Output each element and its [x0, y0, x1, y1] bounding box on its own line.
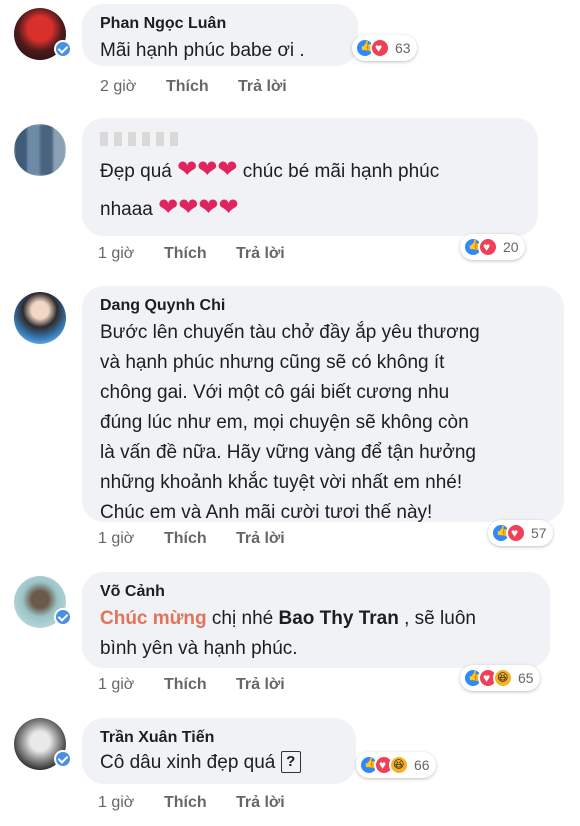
- like-link[interactable]: Thích: [164, 530, 236, 548]
- reaction-summary[interactable]: 63: [352, 35, 417, 61]
- comment-time[interactable]: 1 giờ: [98, 676, 164, 694]
- heart-emojis: ❤❤❤❤: [158, 194, 239, 221]
- avatar[interactable]: [14, 124, 66, 176]
- reaction-count: 57: [531, 525, 547, 541]
- verified-badge-icon: [54, 40, 72, 58]
- comment-author[interactable]: Võ Cảnh: [100, 582, 532, 602]
- comment-bubble: Trần Xuân Tiến Cô dâu xinh đẹp quá ?: [82, 718, 356, 784]
- reply-link[interactable]: Trả lời: [236, 676, 285, 694]
- love-reaction-icon: [370, 38, 390, 58]
- haha-reaction-icon: [389, 755, 409, 775]
- comment-actions: 2 giờ Thích Trả lời: [100, 78, 287, 96]
- comment-actions: 1 giờ Thích Trả lời: [98, 676, 285, 694]
- comment-bubble: Đẹp quá ❤❤❤ chúc bé mãi hạnh phúc nhaaa …: [82, 118, 538, 236]
- comment-text: Đẹp quá ❤❤❤ chúc bé mãi hạnh phúc nhaaa …: [100, 156, 440, 221]
- reaction-summary[interactable]: 20: [460, 234, 525, 260]
- mention-link[interactable]: Bao Thy Tran: [278, 608, 398, 629]
- reaction-count: 65: [518, 670, 534, 686]
- haha-reaction-icon: [493, 668, 513, 688]
- like-link[interactable]: Thích: [164, 245, 236, 263]
- comment-bubble: Võ Cảnh Chúc mừng chị nhé Bao Thy Tran ,…: [82, 572, 550, 668]
- comment-actions: 1 giờ Thích Trả lời: [98, 245, 285, 263]
- comment-time[interactable]: 1 giờ: [98, 530, 164, 548]
- heart-emojis: ❤❤❤: [177, 156, 238, 183]
- comment-bubble: Phan Ngọc Luân Mãi hạnh phúc babe ơi .: [82, 4, 358, 66]
- comment-bubble: Dang Quynh Chi Bước lên chuyến tàu chở đ…: [82, 286, 564, 523]
- reaction-count: 63: [395, 40, 411, 56]
- comment-actions: 1 giờ Thích Trả lời: [98, 794, 285, 812]
- unsupported-emoji-icon: ?: [280, 751, 301, 773]
- reply-link[interactable]: Trả lời: [236, 245, 285, 263]
- reaction-summary[interactable]: 65: [460, 665, 540, 691]
- like-link[interactable]: Thích: [166, 78, 238, 96]
- like-link[interactable]: Thích: [164, 794, 236, 812]
- reply-link[interactable]: Trả lời: [236, 794, 285, 812]
- like-link[interactable]: Thích: [164, 676, 236, 694]
- comment-author[interactable]: Dang Quynh Chi: [100, 296, 546, 316]
- comment-actions: 1 giờ Thích Trả lời: [98, 530, 285, 548]
- comment-text: Cô dâu xinh đẹp quá ?: [100, 748, 338, 778]
- reply-link[interactable]: Trả lời: [238, 78, 287, 96]
- reply-link[interactable]: Trả lời: [236, 530, 285, 548]
- comment-text: Bước lên chuyến tàu chở đầy ắp yêu thươn…: [100, 322, 480, 523]
- reaction-count: 20: [503, 239, 519, 255]
- reaction-summary[interactable]: 57: [488, 520, 553, 546]
- verified-badge-icon: [54, 608, 72, 626]
- comment-text: Mãi hạnh phúc babe ơi .: [100, 40, 305, 61]
- comment-author[interactable]: Trần Xuân Tiến: [100, 728, 338, 748]
- mention-link[interactable]: Chúc mừng: [100, 608, 207, 629]
- avatar[interactable]: [14, 292, 66, 344]
- verified-badge-icon: [54, 750, 72, 768]
- comment-time[interactable]: 1 giờ: [98, 794, 164, 812]
- blurred-author-name: [100, 132, 180, 146]
- comment-time[interactable]: 2 giờ: [100, 78, 166, 96]
- reaction-summary[interactable]: 66: [356, 752, 436, 778]
- comment-text: Chúc mừng chị nhé Bao Thy Tran , sẽ luôn…: [100, 608, 476, 659]
- reaction-count: 66: [414, 757, 430, 773]
- comment-author[interactable]: Phan Ngọc Luân: [100, 14, 340, 34]
- comment-time[interactable]: 1 giờ: [98, 245, 164, 263]
- love-reaction-icon: [506, 523, 526, 543]
- love-reaction-icon: [478, 237, 498, 257]
